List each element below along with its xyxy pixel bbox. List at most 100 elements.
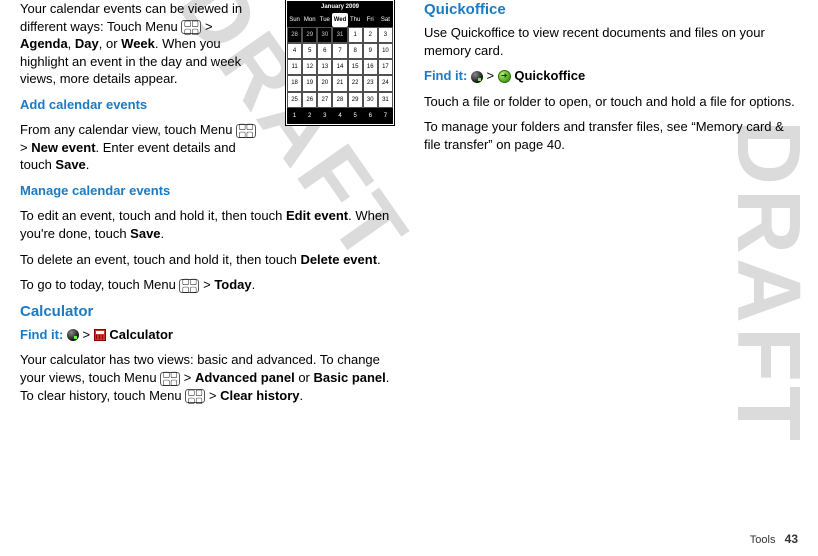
calendar-cell: 13 [317, 59, 332, 75]
day-fri: Fri [363, 13, 378, 27]
day-thu: Thu [348, 13, 363, 27]
calendar-cell: 29 [348, 92, 363, 108]
calendar-cell: 5 [302, 43, 317, 59]
menu-icon: ▢▢▢▢ [236, 124, 256, 138]
text-bold: Save [55, 157, 85, 172]
footer-section: Tools [750, 534, 776, 546]
calculator-heading: Calculator [20, 302, 394, 322]
text: > [180, 370, 195, 385]
calendar-foot-cell: 5 [348, 108, 363, 124]
menu-icon: ▢▢▢▢ [185, 389, 205, 403]
calendar-cell: 24 [378, 75, 393, 91]
text: To go to today, touch Menu [20, 277, 179, 292]
quickoffice-intro: Use Quickoffice to view recent documents… [424, 24, 798, 59]
text-bold: Calculator [106, 327, 173, 342]
text-bold: Week [121, 36, 155, 51]
footer-page: 43 [785, 532, 798, 546]
calculator-find: Find it: > Calculator [20, 326, 394, 344]
calendar-cell: 30 [317, 27, 332, 43]
day-wed: Wed [332, 13, 347, 27]
calendar-cell: 26 [302, 92, 317, 108]
find-it-label: Find it: [424, 68, 471, 83]
text-bold: Today [214, 277, 251, 292]
calendar-foot-cell: 7 [378, 108, 393, 124]
calendar-cell: 28 [287, 27, 302, 43]
text: . [161, 226, 165, 241]
calendar-cell: 30 [363, 92, 378, 108]
calendar-foot-cell: 2 [302, 108, 317, 124]
text: > [483, 68, 498, 83]
quickoffice-body1: Touch a file or folder to open, or touch… [424, 93, 798, 111]
calendar-cell: 2 [363, 27, 378, 43]
calendar-cell: 25 [287, 92, 302, 108]
day-sun: Sun [287, 13, 302, 27]
text-bold: Day [75, 36, 99, 51]
calendar-cell: 27 [317, 92, 332, 108]
calendar-cell: 23 [363, 75, 378, 91]
text: To delete an event, touch and hold it, t… [20, 252, 300, 267]
calendar-title: January 2009 [287, 1, 393, 13]
text-bold: Edit event [286, 208, 348, 223]
calculator-body: Your calculator has two views: basic and… [20, 351, 394, 404]
quickoffice-icon [498, 70, 511, 83]
manage-events-heading: Manage calendar events [20, 182, 394, 200]
calendar-cell: 19 [302, 75, 317, 91]
text: or [295, 370, 314, 385]
text-bold: Basic panel [314, 370, 386, 385]
calendar-widget: January 2009 Sun Mon Tue Wed Thu Fri Sat… [286, 0, 394, 125]
today-body: To go to today, touch Menu ▢▢▢▢ > Today. [20, 276, 394, 294]
launcher-icon [471, 71, 483, 83]
calendar-cell: 29 [302, 27, 317, 43]
day-mon: Mon [302, 13, 317, 27]
text-bold: Advanced panel [195, 370, 295, 385]
calendar-foot-cell: 3 [317, 108, 332, 124]
calendar-cell: 17 [378, 59, 393, 75]
text-bold: Clear history [220, 388, 299, 403]
add-events-body: From any calendar view, touch Menu ▢▢▢▢ … [20, 121, 258, 174]
text: . [252, 277, 256, 292]
menu-icon: ▢▢▢▢ [181, 20, 201, 34]
calendar-cell: 22 [348, 75, 363, 91]
calendar-foot-cell: 6 [363, 108, 378, 124]
text-bold: Quickoffice [511, 68, 585, 83]
text: , [68, 36, 75, 51]
calendar-cell: 16 [363, 59, 378, 75]
calendar-cell: 9 [363, 43, 378, 59]
page-footer: Tools 43 [750, 531, 798, 548]
text: From any calendar view, touch Menu [20, 122, 236, 137]
edit-event-body: To edit an event, touch and hold it, the… [20, 207, 394, 242]
left-column: January 2009 Sun Mon Tue Wed Thu Fri Sat… [20, 0, 394, 412]
text-bold: Delete event [300, 252, 377, 267]
text: > [205, 388, 220, 403]
calendar-cell: 3 [378, 27, 393, 43]
calendar-cell: 14 [332, 59, 347, 75]
calendar-cell: 11 [287, 59, 302, 75]
calendar-foot-cell: 4 [332, 108, 347, 124]
text: > [20, 140, 31, 155]
launcher-icon [67, 329, 79, 341]
text-bold: Agenda [20, 36, 68, 51]
text-bold: Save [130, 226, 160, 241]
calendar-cell: 18 [287, 75, 302, 91]
quickoffice-heading: Quickoffice [424, 0, 798, 20]
calendar-cell: 10 [378, 43, 393, 59]
calendar-cell: 31 [378, 92, 393, 108]
calendar-cell: 28 [332, 92, 347, 108]
calendar-cell: 1 [348, 27, 363, 43]
quickoffice-body2: To manage your folders and transfer file… [424, 118, 798, 153]
menu-icon: ▢▢▢▢ [160, 372, 180, 386]
day-tue: Tue [317, 13, 332, 27]
calendar-cell: 6 [317, 43, 332, 59]
add-events-heading: Add calendar events [20, 96, 258, 114]
text: , or [99, 36, 121, 51]
calendar-foot-cell: 1 [287, 108, 302, 124]
text: . [300, 388, 304, 403]
calendar-cell: 20 [317, 75, 332, 91]
right-column: Quickoffice Use Quickoffice to view rece… [424, 0, 798, 412]
text: . [86, 157, 90, 172]
calendar-cell: 21 [332, 75, 347, 91]
find-it-label: Find it: [20, 327, 67, 342]
calendar-cell: 7 [332, 43, 347, 59]
calendar-cell: 15 [348, 59, 363, 75]
menu-icon: ▢▢▢▢ [179, 279, 199, 293]
